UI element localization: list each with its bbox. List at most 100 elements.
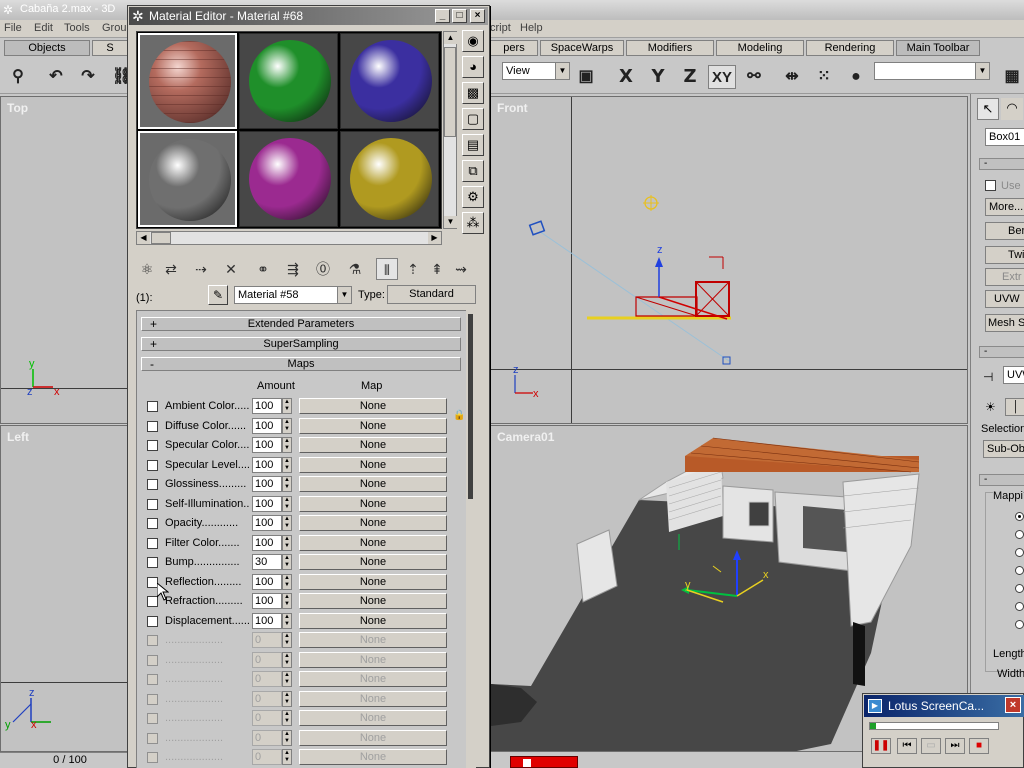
map-slot-button[interactable]: None [299,593,447,609]
map-slot-button[interactable]: None [299,749,447,765]
map-amount-field[interactable]: 100 [252,612,282,629]
map-amount-field[interactable]: 0 [252,729,282,746]
amount-spinner[interactable]: ▲ ▼ [282,632,292,648]
video-color-check-icon[interactable]: ▤ [462,134,484,156]
amount-spinner[interactable]: ▲ ▼ [282,476,292,492]
tab-shapes[interactable]: S [92,40,128,56]
map-slot-button[interactable]: None [299,534,447,551]
map-slot-button[interactable]: None [299,398,447,414]
sample-slot-1[interactable] [138,33,237,129]
map-enable-checkbox[interactable] [147,713,158,724]
maximize-button[interactable]: □ [452,9,467,23]
map-slot-button[interactable]: None [299,729,447,746]
map-enable-checkbox[interactable] [147,732,158,744]
viewport-front[interactable]: Front z z x [490,96,968,424]
map-enable-checkbox[interactable] [147,635,158,646]
put-to-scene-icon[interactable]: ⇄ [160,258,182,280]
sample-slot-5[interactable] [239,131,338,227]
record-stop-button[interactable]: ■ [969,738,989,754]
reference-coord-icon[interactable]: ▣ [574,65,598,89]
map-amount-field[interactable]: 100 [252,417,282,434]
record-key-indicator[interactable] [510,756,578,768]
get-material-icon[interactable]: ⚛ [136,258,158,280]
redo-icon[interactable]: ↷ [76,65,100,89]
array-icon[interactable]: ⁙ [812,65,836,89]
rollout-collapse[interactable]: - [979,346,1024,358]
map-enable-checkbox[interactable] [147,557,158,568]
menu-help[interactable]: Help [520,22,543,34]
map-enable-checkbox[interactable] [147,518,158,529]
mapping-radio[interactable] [1015,530,1024,539]
scroll-right-icon[interactable]: ▶ [428,232,441,244]
mapping-radio[interactable] [1015,602,1024,611]
map-enable-checkbox[interactable] [147,479,158,490]
time-slider[interactable]: 0 / 100 [0,752,140,768]
make-preview-icon[interactable]: ⧉ [462,160,484,182]
rollout-scrollbar[interactable] [466,310,476,768]
scroll-thumb[interactable] [444,47,456,137]
modifier-stack-item[interactable]: UVW [1003,366,1024,384]
pin-stack-icon[interactable]: ⊣ [983,370,993,384]
restrict-xy-button[interactable]: XY [708,65,736,89]
map-slot-button[interactable]: None [299,690,447,707]
make-unique-icon[interactable]: ⇶ [282,258,304,280]
material-name-field[interactable]: Material #58 ▼ [234,286,352,304]
go-forward-sibling-icon[interactable]: ⇝ [450,258,472,280]
map-amount-field[interactable]: 100 [252,534,282,551]
map-amount-field[interactable]: 0 [252,749,282,765]
extrude-modifier-button[interactable]: Extr [985,268,1024,286]
map-slot-button[interactable]: None [299,495,447,512]
menu-edit[interactable]: Edit [34,22,53,34]
map-slot-button[interactable]: None [299,671,447,687]
light-bulb-icon[interactable]: ☀ [985,400,996,414]
amount-spinner[interactable]: ▲ ▼ [282,437,292,453]
map-slot-button[interactable]: None [299,456,447,473]
slots-horizontal-scrollbar[interactable]: ◀ ▶ [136,231,442,245]
uvw-map-button[interactable]: UVW [985,290,1024,308]
sample-slot-3[interactable] [340,33,439,129]
tab-modifiers[interactable]: Modifiers [626,40,714,56]
amount-spinner[interactable]: ▲ ▼ [282,612,292,629]
options-icon[interactable]: ⚙ [462,186,484,208]
amount-spinner[interactable]: ▲ ▼ [282,593,292,609]
scroll-thumb[interactable] [151,232,171,244]
sample-uv-tiling-icon[interactable]: ▢ [462,108,484,130]
map-slot-button[interactable]: None [299,573,447,590]
stop-disabled-button[interactable]: ▭ [921,738,941,754]
put-to-library-icon[interactable]: ⓪ [312,258,334,280]
map-amount-field[interactable]: 100 [252,398,282,414]
amount-spinner[interactable]: ▲ ▼ [282,671,292,687]
map-slot-button[interactable]: None [299,710,447,726]
sub-object-button[interactable]: Sub-Obj [983,440,1024,458]
map-slot-button[interactable]: None [299,651,447,668]
restrict-z-button[interactable]: Z [678,65,702,89]
amount-spinner[interactable]: ▲ ▼ [282,495,292,512]
material-editor-title-bar[interactable]: ✲ Material Editor - Material #68 _ □ × [129,7,488,25]
reset-map-icon[interactable]: ✕ [220,258,242,280]
close-button[interactable]: × [470,9,485,23]
map-amount-field[interactable]: 100 [252,476,282,492]
amount-spinner[interactable]: ▲ ▼ [282,690,292,707]
map-amount-field[interactable]: 0 [252,690,282,707]
mirror-icon[interactable]: ⇹ [780,65,804,89]
object-name-field[interactable]: Box01 [985,128,1024,146]
map-enable-checkbox[interactable] [147,693,158,705]
menu-group[interactable]: Grou [102,22,126,34]
sample-type-icon[interactable]: ◉ [462,30,484,52]
viewport-top[interactable]: Top y x z [0,96,128,424]
map-amount-field[interactable]: 100 [252,456,282,473]
menu-file[interactable]: File [4,22,22,34]
restrict-x-button[interactable]: X [614,65,638,89]
scroll-down-icon[interactable]: ▼ [444,216,457,228]
map-slot-button[interactable]: None [299,612,447,629]
named-selection-icon[interactable]: ▦ [1000,65,1024,89]
scroll-up-icon[interactable]: ▲ [444,32,457,44]
menu-maxscript[interactable]: cript [490,22,511,34]
map-amount-field[interactable]: 0 [252,651,282,668]
amount-spinner[interactable]: ▲ ▼ [282,749,292,765]
map-amount-field[interactable]: 100 [252,573,282,590]
more-button[interactable]: More... [985,198,1024,216]
tab-helpers[interactable]: pers [490,40,538,56]
assign-material-icon[interactable]: ⇢ [190,258,212,280]
map-enable-checkbox[interactable] [147,401,158,412]
